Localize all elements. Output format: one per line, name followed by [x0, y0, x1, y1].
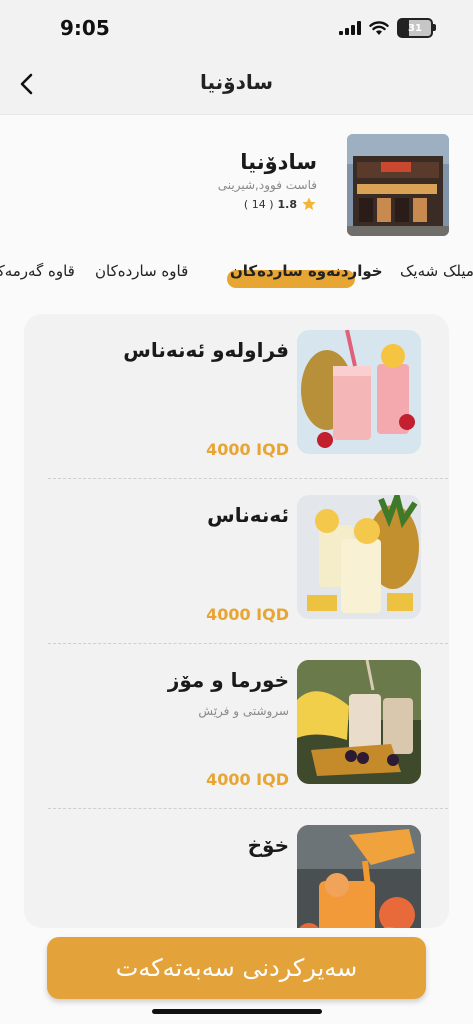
item-photo: [297, 660, 421, 784]
home-indicator: [152, 1009, 322, 1014]
view-cart-button[interactable]: سەیرکردنی سەبەتەکەت: [47, 937, 426, 999]
tab-cold-drinks[interactable]: خواردنەوە ساردەکان: [230, 262, 383, 280]
battery-level: 31: [408, 22, 422, 34]
rating-row: ( 14 ) 1.8: [218, 196, 317, 212]
status-icons: 31: [339, 18, 436, 38]
item-name: فراولەو ئەنەناس: [123, 338, 289, 362]
restaurant-header: سادۆنیا فاست فوود,شیرینی ( 14 ) 1.8: [0, 114, 473, 244]
menu-item[interactable]: ئەنەناس 4000 IQD: [24, 479, 449, 643]
restaurant-photo: [347, 134, 449, 236]
signal-icon: [339, 21, 361, 35]
rating-value: 1.8: [277, 197, 298, 211]
nav-bar: سادۆنیا: [0, 54, 473, 115]
menu-item[interactable]: فراولەو ئەنەناس 4000 IQD: [24, 314, 449, 478]
restaurant-category: فاست فوود,شیرینی: [217, 178, 317, 192]
item-name: خۆخ: [247, 833, 289, 857]
menu-item[interactable]: خۆخ: [24, 809, 449, 928]
item-price: 4000 IQD: [206, 770, 289, 789]
item-photo: [297, 495, 421, 619]
star-icon: [302, 197, 316, 210]
category-tabs: قاوە گەرمەکان قاوە ساردەکان خواردنەوە سا…: [0, 254, 473, 294]
item-desc: سروشتی و فرێش: [198, 704, 289, 718]
status-bar: 9:05 31: [0, 0, 473, 54]
menu-list: فراولەو ئەنەناس 4000 IQD ئەنەناس 4000 IQ…: [24, 314, 449, 928]
item-photo: [297, 330, 421, 454]
restaurant-info: سادۆنیا فاست فوود,شیرینی ( 14 ) 1.8: [218, 150, 317, 212]
restaurant-name: سادۆنیا: [240, 150, 317, 174]
item-name: ئەنەناس: [207, 503, 289, 527]
battery-icon: 31: [397, 18, 436, 38]
tab-iced-coffee[interactable]: قاوە ساردەکان: [95, 262, 188, 280]
status-time: 9:05: [60, 16, 110, 40]
page-title: سادۆنیا: [199, 70, 274, 94]
wifi-icon: [369, 20, 389, 35]
tab-hot-coffee[interactable]: قاوە گەرمەکان: [0, 262, 75, 280]
menu-item[interactable]: خورما و مۆز سروشتی و فرێش 4000 IQD: [24, 644, 449, 808]
item-name: خورما و مۆز: [167, 668, 289, 692]
item-price: 4000 IQD: [206, 605, 289, 624]
item-price: 4000 IQD: [206, 440, 289, 459]
item-photo: [297, 825, 421, 928]
tab-milkshake[interactable]: میلک شەیک: [400, 262, 473, 280]
review-count: ( 14 ): [243, 197, 274, 211]
